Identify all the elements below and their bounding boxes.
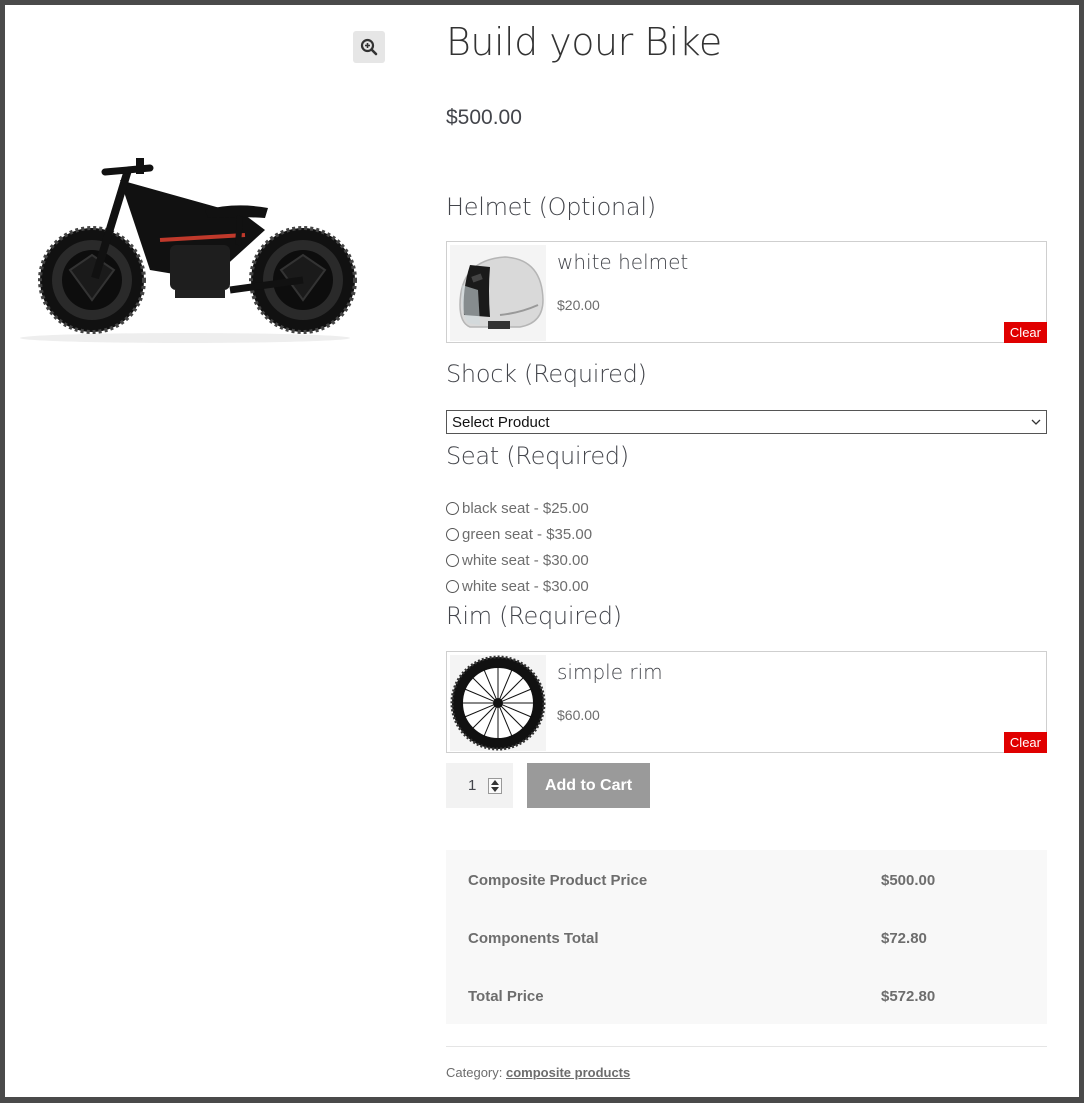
totals-label: Composite Product Price (468, 872, 648, 889)
shock-select-value: Select Product (452, 413, 550, 431)
helmet-heading: Helmet (Optional) (446, 193, 656, 221)
totals-value: $572.80 (881, 988, 936, 1005)
chevron-down-icon (1026, 419, 1046, 425)
seat-option-label: green seat - $35.00 (462, 525, 593, 543)
product-title: Build your Bike (446, 20, 722, 64)
shock-select[interactable]: Select Product (446, 410, 1047, 434)
seat-option[interactable]: green seat - $35.00 (446, 521, 592, 547)
kids-balance-bike-image (20, 158, 357, 343)
quantity-spinner[interactable] (488, 777, 502, 794)
seat-option[interactable]: black seat - $25.00 (446, 495, 592, 521)
seat-options: black seat - $25.00 green seat - $35.00 … (446, 495, 592, 599)
caret-down-icon[interactable] (491, 786, 499, 792)
wheel-rim-image (450, 655, 546, 751)
rim-name: simple rim (557, 660, 663, 684)
rim-price: $60.00 (557, 707, 600, 723)
totals-label: Components Total (468, 930, 599, 947)
seat-heading: Seat (Required) (446, 442, 629, 470)
helmet-thumbnail[interactable] (450, 245, 546, 341)
seat-option-label: white seat - $30.00 (462, 577, 589, 595)
quantity-value[interactable]: 1 (468, 777, 488, 794)
product-category: Category: composite products (446, 1065, 630, 1080)
totals-value: $500.00 (881, 872, 936, 889)
rim-thumbnail[interactable] (450, 655, 546, 751)
seat-option[interactable]: white seat - $30.00 (446, 573, 592, 599)
seat-option[interactable]: white seat - $30.00 (446, 547, 592, 573)
seat-option-label: white seat - $30.00 (462, 551, 589, 569)
zoom-button[interactable] (353, 31, 385, 63)
rim-clear-button[interactable]: Clear (1003, 732, 1047, 753)
rim-selected-component: simple rim $60.00 Clear (446, 651, 1047, 753)
radio-button[interactable] (446, 527, 459, 541)
seat-option-label: black seat - $25.00 (462, 499, 589, 517)
radio-button[interactable] (446, 579, 459, 593)
totals-label: Total Price (468, 988, 544, 1005)
helmet-price: $20.00 (557, 297, 600, 313)
radio-button[interactable] (446, 501, 459, 515)
shock-heading: Shock (Required) (446, 360, 647, 388)
category-label: Category: (446, 1065, 503, 1080)
helmet-image (450, 245, 546, 341)
helmet-selected-component: white helmet $20.00 Clear (446, 241, 1047, 343)
radio-button[interactable] (446, 553, 459, 567)
quantity-stepper[interactable]: 1 (446, 763, 513, 808)
rim-heading: Rim (Required) (446, 602, 622, 630)
helmet-clear-button[interactable]: Clear (1003, 322, 1047, 343)
product-price: $500.00 (446, 106, 522, 129)
product-image[interactable] (10, 150, 360, 345)
add-to-cart-button[interactable]: Add to Cart (527, 763, 650, 808)
divider (446, 1046, 1047, 1047)
category-link[interactable]: composite products (506, 1065, 630, 1080)
caret-up-icon[interactable] (491, 779, 499, 785)
helmet-name: white helmet (557, 250, 689, 274)
totals-value: $72.80 (881, 930, 927, 947)
zoom-in-icon (360, 38, 378, 56)
price-totals: Composite Product Price $500.00 Componen… (446, 850, 1047, 1024)
